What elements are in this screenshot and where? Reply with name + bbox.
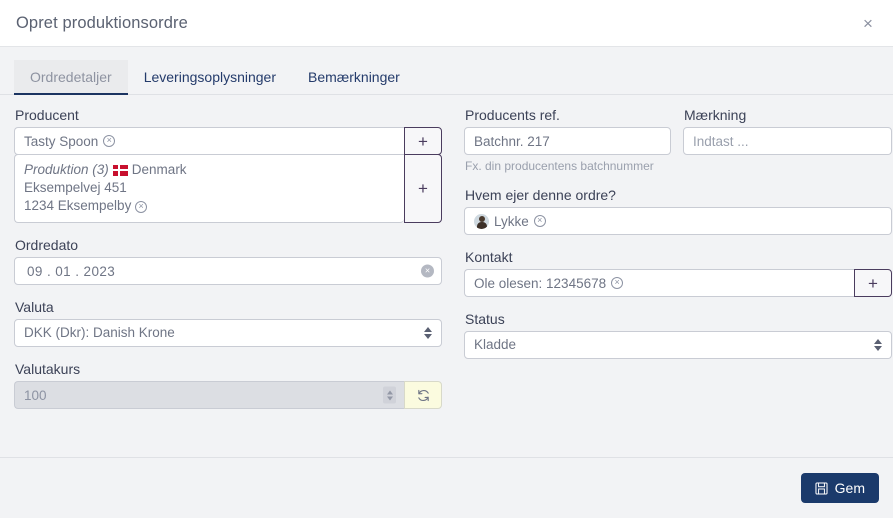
refresh-rate-button[interactable]	[404, 381, 442, 409]
refresh-icon	[417, 389, 429, 401]
modal-header: Opret produktionsordre ×	[0, 0, 893, 47]
number-stepper-icon[interactable]	[383, 386, 396, 404]
ordredato-wrapper: ×	[14, 257, 442, 285]
valutakurs-value: 100	[24, 387, 47, 403]
field-group-status: Status Kladde	[464, 311, 892, 359]
floppy-disk-icon	[815, 481, 828, 495]
close-icon[interactable]: ×	[857, 12, 879, 34]
maerkning-input[interactable]	[683, 127, 892, 155]
label-kontakt: Kontakt	[465, 249, 513, 265]
producent-address-box[interactable]: Produktion (3) Denmark Eksempelvej 451 1…	[14, 154, 404, 223]
owner-chip: Lykke	[474, 213, 546, 229]
field-group-ordredato: Ordredato ×	[14, 237, 442, 285]
producent-value: Tasty Spoon	[24, 133, 99, 149]
producent-chip: Tasty Spoon	[24, 133, 116, 149]
producents-ref-hint: Fx. din producentens batchnummer	[465, 159, 654, 173]
right-column: Producents ref. Fx. din producentens bat…	[464, 107, 892, 505]
label-owner: Hvem ejer denne ordre?	[465, 187, 616, 203]
address-street: Eksempelvej 451	[24, 180, 127, 195]
field-group-valuta: Valuta DKK (Dkr): Danish Krone	[14, 299, 442, 347]
label-maerkning: Mærkning	[684, 107, 747, 123]
label-producents-ref: Producents ref.	[465, 107, 560, 123]
page-title: Opret produktionsordre	[16, 13, 188, 32]
save-button[interactable]: Gem	[800, 473, 879, 503]
valutakurs-combo: 100	[14, 381, 442, 409]
kontakt-value: Ole olesen: 12345678	[474, 275, 607, 291]
kontakt-combo: Ole olesen: 12345678 +	[464, 269, 892, 297]
save-button-label: Gem	[834, 480, 865, 496]
denmark-flag-icon	[112, 164, 128, 176]
status-select[interactable]: Kladde	[464, 331, 892, 359]
left-column: Producent Tasty Spoon + Produktion (3) D…	[14, 107, 442, 505]
clear-kontakt-icon[interactable]	[611, 277, 624, 289]
tab-ordredetaljer[interactable]: Ordredetaljer	[14, 60, 128, 95]
ordredato-input[interactable]	[14, 257, 442, 285]
producent-combo: Tasty Spoon +	[14, 127, 442, 155]
field-group-producents-ref: Producents ref. Fx. din producentens bat…	[464, 107, 671, 173]
field-group-owner: Hvem ejer denne ordre? Lykke	[464, 187, 892, 235]
address-line-name: Produktion (3) Denmark	[24, 161, 395, 179]
label-producent: Producent	[15, 107, 79, 123]
avatar	[474, 213, 489, 229]
producent-address-combo: Produktion (3) Denmark Eksempelvej 451 1…	[14, 154, 442, 223]
tab-bar: Ordredetaljer Leveringsoplysninger Bemær…	[0, 47, 893, 95]
clear-date-icon[interactable]: ×	[421, 264, 434, 278]
clear-owner-icon[interactable]	[533, 215, 546, 227]
add-address-button[interactable]: +	[404, 154, 442, 223]
valuta-wrapper: DKK (Dkr): Danish Krone	[14, 319, 442, 347]
address-country: Denmark	[131, 162, 187, 177]
owner-value: Lykke	[494, 213, 529, 229]
producent-input[interactable]: Tasty Spoon	[14, 127, 404, 155]
valutakurs-input[interactable]: 100	[14, 381, 404, 409]
field-group-kontakt: Kontakt Ole olesen: 12345678 +	[464, 249, 892, 297]
field-group-producent: Producent Tasty Spoon + Produktion (3) D…	[14, 107, 442, 223]
modal-footer: Gem	[0, 457, 893, 518]
clear-address-icon[interactable]	[135, 201, 148, 213]
producents-ref-input[interactable]	[464, 127, 671, 155]
kontakt-chip: Ole olesen: 12345678	[474, 275, 624, 291]
tab-leveringsoplysninger[interactable]: Leveringsoplysninger	[128, 60, 292, 95]
add-kontakt-button[interactable]: +	[854, 269, 892, 297]
label-valuta: Valuta	[15, 299, 54, 315]
address-city-line: 1234 Eksempelby	[24, 197, 395, 215]
clear-producent-icon[interactable]	[103, 135, 116, 147]
address-city: 1234 Eksempelby	[24, 198, 132, 213]
field-group-valutakurs: Valutakurs 100	[14, 361, 442, 409]
add-producent-button[interactable]: +	[404, 127, 442, 155]
status-wrapper: Kladde	[464, 331, 892, 359]
valuta-select[interactable]: DKK (Dkr): Danish Krone	[14, 319, 442, 347]
address-site-name: Produktion (3)	[24, 162, 109, 177]
field-group-maerkning: Mærkning	[683, 107, 892, 173]
ref-and-marking-row: Producents ref. Fx. din producentens bat…	[464, 107, 892, 173]
modal-body: Producent Tasty Spoon + Produktion (3) D…	[0, 95, 893, 505]
owner-input[interactable]: Lykke	[464, 207, 892, 235]
tab-bemaerkninger[interactable]: Bemærkninger	[292, 60, 416, 95]
kontakt-input[interactable]: Ole olesen: 12345678	[464, 269, 854, 297]
label-status: Status	[465, 311, 505, 327]
label-ordredato: Ordredato	[15, 237, 79, 253]
label-valutakurs: Valutakurs	[15, 361, 81, 377]
